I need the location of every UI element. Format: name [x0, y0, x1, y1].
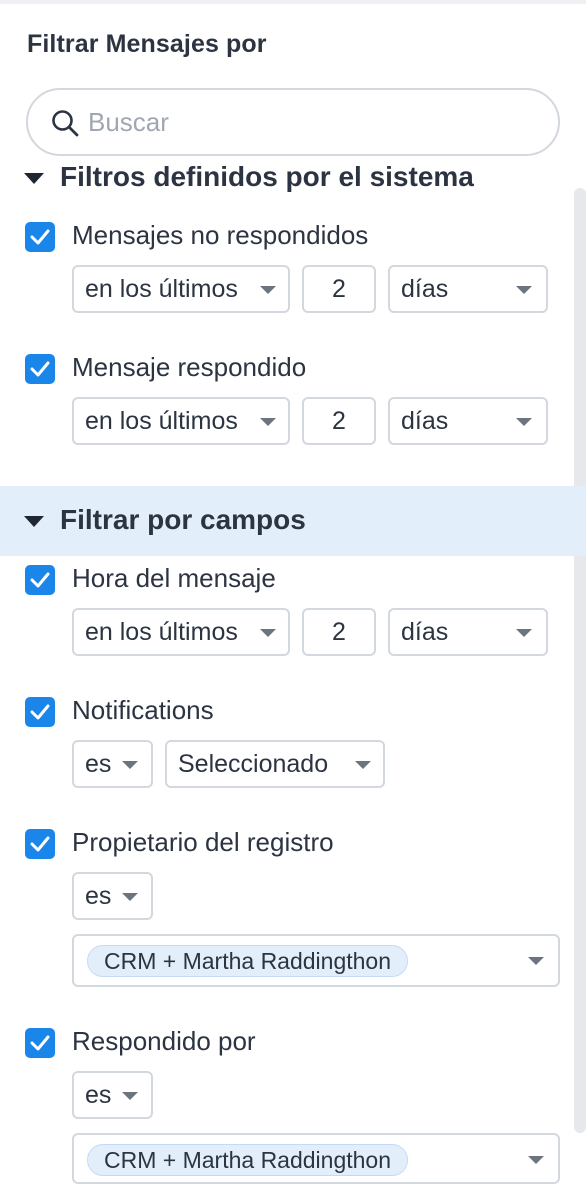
checkbox-replied-by[interactable]: [25, 1028, 55, 1058]
filter-label: Mensajes no respondidos: [72, 220, 369, 250]
filter-label: Respondido por: [72, 1026, 256, 1056]
unit-select[interactable]: días: [388, 265, 548, 313]
dropdown-arrow-icon: [516, 418, 532, 426]
dropdown-arrow-icon: [260, 418, 276, 426]
dropdown-arrow-icon: [122, 893, 138, 901]
selected-value: Seleccionado: [178, 750, 329, 778]
dropdown-arrow-icon: [528, 1156, 544, 1164]
operator-select[interactable]: en los últimos: [72, 265, 290, 313]
value-text: 2: [332, 275, 346, 303]
unit-value: días: [401, 275, 449, 303]
unit-value: días: [401, 407, 449, 435]
check-icon: [30, 704, 50, 720]
user-chip[interactable]: CRM + Martha Raddingthon: [87, 945, 409, 977]
operator-select[interactable]: es: [72, 1071, 153, 1119]
dropdown-arrow-icon: [355, 761, 371, 769]
section-label: Filtros definidos por el sistema: [60, 161, 474, 192]
value-text: 2: [332, 407, 346, 435]
checkbox-record-owner[interactable]: [25, 829, 55, 859]
search-input[interactable]: [88, 102, 528, 142]
value-input[interactable]: 2: [302, 397, 376, 445]
filter-label: Hora del mensaje: [72, 563, 276, 593]
value-text: 2: [332, 618, 346, 646]
operator-value: en los últimos: [85, 618, 238, 646]
operator-value: en los últimos: [85, 275, 238, 303]
filter-label: Propietario del registro: [72, 827, 334, 857]
operator-value: en los últimos: [85, 407, 238, 435]
value-input[interactable]: 2: [302, 265, 376, 313]
section-system-filters[interactable]: Filtros definidos por el sistema: [0, 144, 586, 214]
search-icon: [52, 110, 79, 137]
dropdown-arrow-icon: [516, 286, 532, 294]
value-input[interactable]: 2: [302, 608, 376, 656]
operator-select[interactable]: es: [72, 872, 153, 920]
dropdown-arrow-icon: [516, 629, 532, 637]
checkbox-unanswered[interactable]: [25, 222, 55, 252]
unit-select[interactable]: días: [388, 608, 548, 656]
dropdown-arrow-icon: [528, 957, 544, 965]
user-chip[interactable]: CRM + Martha Raddingthon: [87, 1144, 409, 1176]
user-multiselect[interactable]: CRM + Martha Raddingthon: [72, 934, 560, 987]
caret-down-icon: [24, 173, 44, 184]
value-select[interactable]: Seleccionado: [165, 740, 385, 788]
filter-label: Mensaje respondido: [72, 352, 307, 382]
dropdown-arrow-icon: [122, 761, 138, 769]
operator-value: es: [85, 882, 112, 910]
filter-label: Notifications: [72, 695, 214, 725]
check-icon: [30, 836, 50, 852]
unit-value: días: [401, 618, 449, 646]
dropdown-arrow-icon: [122, 1092, 138, 1100]
dropdown-arrow-icon: [260, 286, 276, 294]
operator-select[interactable]: es: [72, 740, 153, 788]
scrollbar[interactable]: [574, 188, 586, 1133]
checkbox-message-time[interactable]: [25, 565, 55, 595]
top-divider: [0, 0, 586, 4]
checkbox-notifications[interactable]: [25, 697, 55, 727]
check-icon: [30, 229, 50, 245]
operator-select[interactable]: en los últimos: [72, 397, 290, 445]
check-icon: [30, 361, 50, 377]
check-icon: [30, 572, 50, 588]
section-field-filters[interactable]: Filtrar por campos: [0, 486, 586, 556]
checkbox-answered[interactable]: [25, 354, 55, 384]
check-icon: [30, 1035, 50, 1051]
operator-value: es: [85, 1081, 112, 1109]
section-label: Filtrar por campos: [60, 504, 306, 535]
operator-select[interactable]: en los últimos: [72, 608, 290, 656]
user-multiselect[interactable]: CRM + Martha Raddingthon: [72, 1133, 560, 1184]
operator-value: es: [85, 750, 112, 778]
caret-down-icon: [24, 516, 44, 527]
dropdown-arrow-icon: [260, 629, 276, 637]
panel-title: Filtrar Mensajes por: [27, 30, 267, 58]
unit-select[interactable]: días: [388, 397, 548, 445]
